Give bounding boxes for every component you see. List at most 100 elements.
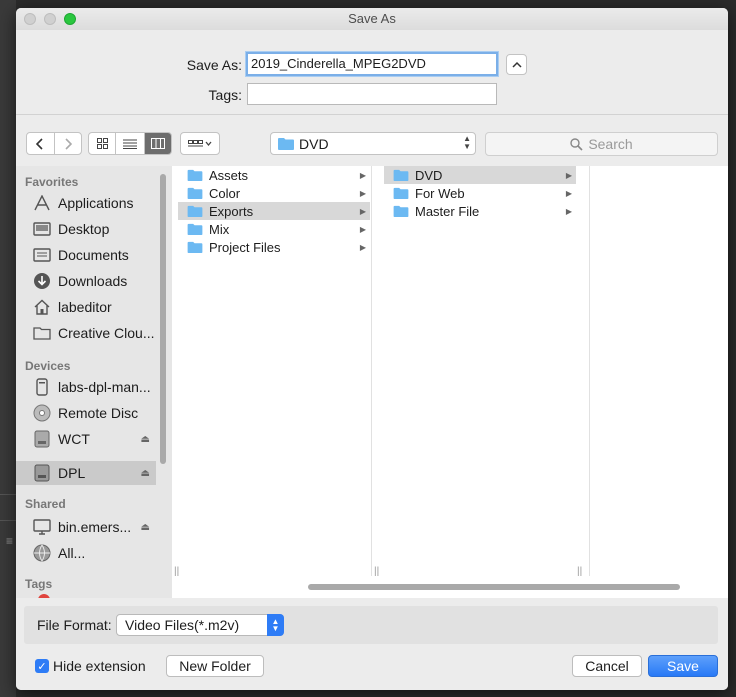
sidebar-scrollbar[interactable]: [160, 174, 166, 464]
disclosure-arrow-icon: ▶: [565, 170, 572, 180]
sidebar-item-bin-emerson[interactable]: bin.emers... ⏏: [16, 515, 156, 539]
chevron-up-icon: [511, 61, 522, 68]
folder-row-color[interactable]: Color ▶: [178, 184, 370, 202]
column-resize-handle[interactable]: ||: [374, 566, 379, 577]
horizontal-scrollbar[interactable]: [308, 584, 680, 590]
sidebar: Favorites Applications Desktop Documents…: [16, 166, 172, 598]
sidebar-item-label: Documents: [58, 247, 129, 263]
file-format-select[interactable]: Video Files(*.m2v) ▲ ▼: [116, 614, 284, 636]
sidebar-item-label: labeditor: [58, 299, 112, 315]
disclosure-arrow-icon: ▶: [359, 242, 366, 252]
disc-icon: [33, 404, 51, 422]
minimize-window-button[interactable]: [44, 13, 56, 25]
sidebar-item-label: WCT: [58, 431, 90, 447]
downloads-icon: [33, 272, 51, 290]
hide-extension-label: Hide extension: [53, 658, 146, 674]
back-forward-control: [26, 132, 82, 155]
cancel-button[interactable]: Cancel: [572, 655, 642, 677]
title-bar: Save As: [16, 8, 728, 30]
sidebar-item-downloads[interactable]: Downloads: [16, 269, 156, 293]
file-format-box: File Format: Video Files(*.m2v) ▲ ▼: [24, 606, 718, 644]
sidebar-item-wct[interactable]: WCT ⏏: [16, 427, 156, 451]
folder-row-for-web[interactable]: For Web ▶: [384, 184, 576, 202]
folder-icon: [187, 187, 203, 199]
disclosure-arrow-icon: ▶: [359, 224, 366, 234]
collapse-dialog-button[interactable]: [506, 54, 527, 75]
arrange-button[interactable]: [180, 132, 220, 155]
folder-icon: [393, 169, 409, 181]
back-button[interactable]: [27, 133, 55, 154]
close-window-button[interactable]: [24, 13, 36, 25]
icon-view-button[interactable]: [89, 133, 117, 154]
sidebar-item-documents[interactable]: Documents: [16, 243, 156, 267]
hide-extension-checkbox[interactable]: ✓: [35, 659, 49, 673]
applications-icon: [33, 194, 51, 212]
folder-icon: [393, 205, 409, 217]
list-view-button[interactable]: [116, 133, 145, 154]
sidebar-item-label: All...: [58, 545, 86, 561]
disclosure-arrow-icon: ▶: [359, 188, 366, 198]
column-resize-handle[interactable]: ||: [577, 566, 582, 577]
monitor-icon: [33, 518, 51, 536]
folder-row-exports[interactable]: Exports ▶: [178, 202, 370, 220]
sidebar-item-all[interactable]: All...: [16, 541, 156, 565]
folder-name: Assets: [209, 167, 249, 183]
arrange-icon: [188, 139, 212, 146]
folder-row-assets[interactable]: Assets ▶: [178, 166, 370, 184]
tags-label: Tags:: [208, 87, 242, 103]
view-mode-control: [88, 132, 172, 155]
new-folder-button[interactable]: New Folder: [166, 655, 264, 677]
sidebar-item-label: Remote Disc: [58, 405, 139, 421]
column-view-button[interactable]: [144, 133, 171, 154]
file-format-label: File Format:: [37, 617, 112, 633]
tags-header: Tags: [25, 577, 53, 591]
file-format-value: Video Files(*.m2v): [125, 617, 240, 633]
tags-input[interactable]: [247, 83, 497, 105]
search-placeholder: Search: [588, 136, 633, 152]
column-browser: Assets ▶ Color ▶ Exports ▶ Mix ▶ Project…: [172, 166, 728, 598]
sidebar-item-label: bin.emers...: [58, 519, 132, 535]
search-icon: [570, 137, 583, 151]
sidebar-item-remote-disc[interactable]: Remote Disc: [16, 401, 156, 425]
columns-icon: [150, 138, 165, 149]
save-as-input[interactable]: 2019_Cinderella_MPEG2DVD: [246, 52, 498, 76]
sidebar-item-desktop[interactable]: Desktop: [16, 217, 156, 241]
sidebar-item-home[interactable]: labeditor: [16, 295, 156, 319]
list-icon: [123, 139, 137, 149]
eject-icon[interactable]: ⏏: [141, 522, 150, 533]
disclosure-arrow-icon: ▶: [359, 170, 366, 180]
folder-icon: [33, 324, 51, 342]
documents-icon: [33, 246, 51, 264]
eject-icon[interactable]: ⏏: [141, 434, 150, 445]
column-resize-handle[interactable]: ||: [174, 566, 179, 577]
globe-icon: [33, 544, 51, 562]
sidebar-item-computer[interactable]: labs-dpl-man...: [16, 375, 156, 399]
sidebar-item-applications[interactable]: Applications: [16, 191, 156, 215]
chevron-right-icon: [65, 137, 72, 150]
folder-name: Project Files: [209, 239, 281, 255]
sidebar-item-dpl[interactable]: DPL ⏏: [16, 461, 156, 485]
location-label: DVD: [299, 135, 329, 152]
zoom-window-button[interactable]: [64, 13, 76, 25]
home-icon: [33, 298, 51, 316]
up-down-arrows-icon: ▲ ▼: [463, 134, 471, 151]
save-as-label: Save As:: [186, 57, 242, 73]
folder-row-mix[interactable]: Mix ▶: [178, 220, 370, 238]
folder-icon: [187, 241, 203, 253]
sidebar-item-label: Creative Clou...: [58, 325, 155, 341]
folder-row-project-files[interactable]: Project Files ▶: [178, 238, 370, 256]
disclosure-arrow-icon: ▶: [359, 206, 366, 216]
chevron-left-icon: [36, 137, 43, 150]
folder-icon: [393, 187, 409, 199]
folder-name: Mix: [209, 221, 230, 237]
window-title: Save As: [348, 11, 396, 26]
sidebar-item-label: Downloads: [58, 273, 128, 289]
sidebar-item-creative-cloud[interactable]: Creative Clou...: [16, 321, 156, 345]
save-button[interactable]: Save: [648, 655, 718, 677]
search-field[interactable]: Search: [485, 132, 718, 156]
folder-row-master-file[interactable]: Master File ▶: [384, 202, 576, 220]
eject-icon[interactable]: ⏏: [141, 468, 150, 479]
location-popup[interactable]: DVD ▲ ▼: [270, 132, 476, 155]
forward-button[interactable]: [55, 133, 82, 154]
folder-row-dvd[interactable]: DVD ▶: [384, 166, 576, 184]
